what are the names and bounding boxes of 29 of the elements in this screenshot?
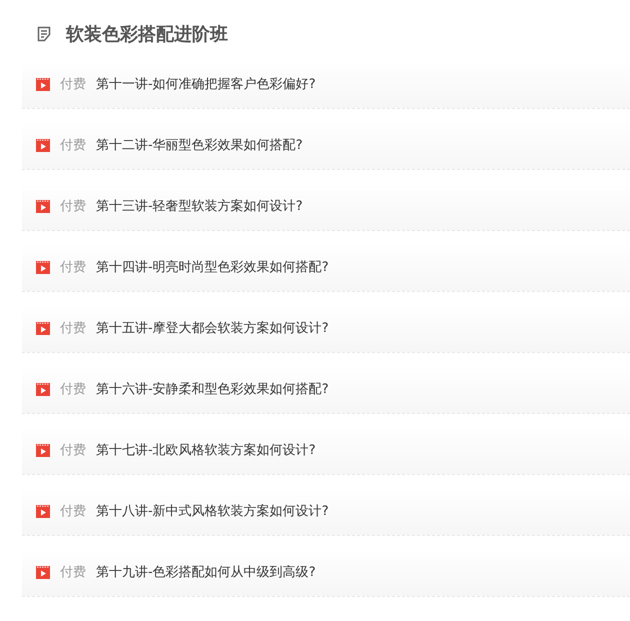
lesson-title: 第十六讲-安静柔和型色彩效果如何搭配?: [96, 381, 329, 398]
paid-tag: 付费: [60, 136, 86, 154]
lesson-title: 第十二讲-华丽型色彩效果如何搭配?: [96, 137, 303, 154]
video-icon: [36, 138, 50, 152]
paid-tag: 付费: [60, 502, 86, 520]
lesson-title: 第十一讲-如何准确把握客户色彩偏好?: [96, 76, 316, 93]
video-icon: [36, 78, 50, 90]
video-icon: [36, 322, 50, 334]
video-icon: [36, 444, 50, 456]
video-icon: [36, 504, 50, 518]
paid-tag: 付费: [60, 441, 86, 459]
video-icon: [36, 200, 50, 212]
paid-tag: 付费: [60, 563, 86, 581]
paid-tag: 付费: [60, 319, 86, 337]
document-icon: [36, 26, 52, 42]
lesson-title: 第十八讲-新中式风格软装方案如何设计?: [96, 503, 329, 520]
video-icon: [36, 382, 50, 396]
lesson-title: 第十九讲-色彩搭配如何从中级到高级?: [96, 564, 316, 581]
lesson-title: 第十三讲-轻奢型软装方案如何设计?: [96, 198, 303, 215]
paid-tag: 付费: [60, 258, 86, 276]
lesson-title: 第十七讲-北欧风格软装方案如何设计?: [96, 442, 316, 459]
paid-tag: 付费: [60, 75, 86, 93]
lesson-title: 第十五讲-摩登大都会软装方案如何设计?: [96, 320, 329, 337]
course-title: 软装色彩搭配进阶班: [66, 23, 228, 46]
video-icon: [36, 566, 50, 578]
video-icon: [36, 260, 50, 274]
paid-tag: 付费: [60, 380, 86, 398]
lesson-title: 第十四讲-明亮时尚型色彩效果如何搭配?: [96, 259, 329, 276]
paid-tag: 付费: [60, 197, 86, 215]
